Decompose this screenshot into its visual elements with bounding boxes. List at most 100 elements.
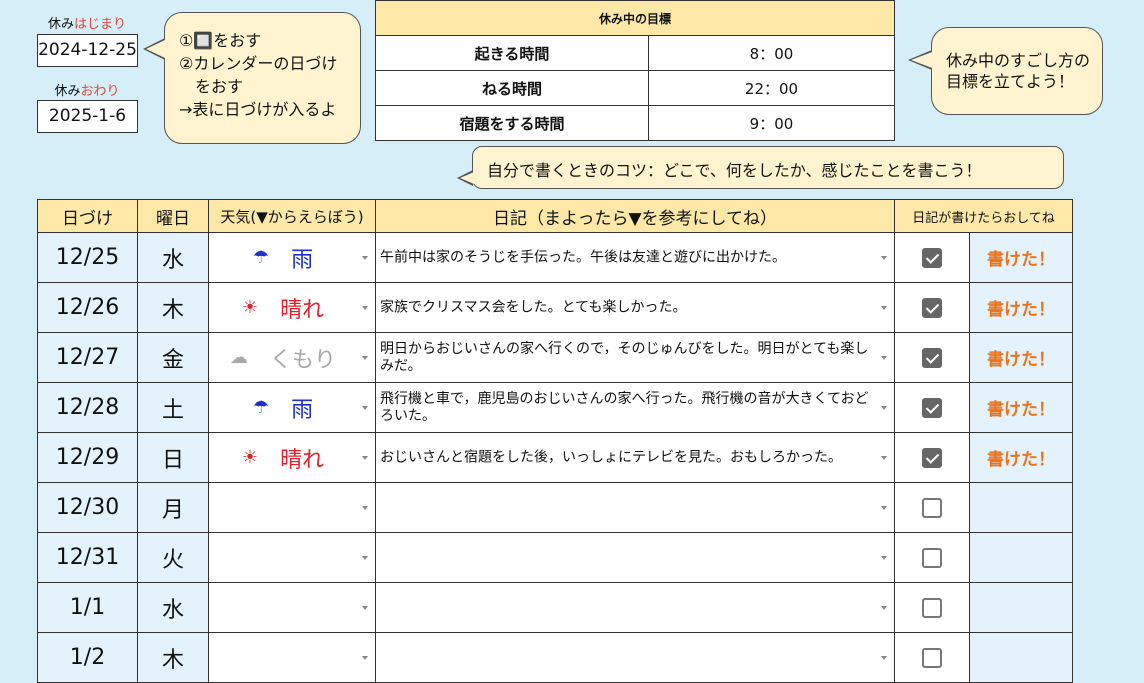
- table-row: 1/1 水: [37, 582, 1073, 633]
- done-checkbox[interactable]: [922, 497, 942, 518]
- weather-cell[interactable]: [208, 532, 376, 583]
- diary-cell[interactable]: 家族でクリスマス会をした。とても楽しかった。: [375, 282, 895, 333]
- weekday-cell: 水: [137, 582, 209, 633]
- diary-text: 家族でクリスマス会をした。とても楽しかった。: [380, 299, 687, 315]
- weather-value: 晴れ: [280, 297, 325, 323]
- end-date-field[interactable]: 2025-1-6: [37, 100, 138, 133]
- dropdown-arrow-icon[interactable]: [881, 455, 887, 460]
- weekday-cell: 土: [137, 382, 209, 433]
- date-cell: 12/27: [37, 332, 138, 383]
- done-cell: [969, 482, 1073, 533]
- goal-value[interactable]: 8：00: [648, 35, 895, 71]
- check-cell: [894, 432, 970, 483]
- weekday-cell: 木: [137, 282, 209, 333]
- goal-label: 起きる時間: [375, 35, 649, 71]
- dropdown-arrow-icon[interactable]: [362, 305, 368, 310]
- hint-bubble: ①🔲をおす ②カレンダーの日づけ をおす →表に日づけが入るよ: [164, 12, 361, 144]
- dropdown-arrow-icon[interactable]: [881, 505, 887, 510]
- table-row: 12/31 火: [37, 532, 1073, 583]
- dropdown-arrow-icon[interactable]: [362, 455, 368, 460]
- dropdown-arrow-icon[interactable]: [362, 405, 368, 410]
- diary-cell[interactable]: [375, 632, 895, 683]
- weekday-cell: 水: [137, 232, 209, 283]
- dropdown-arrow-icon[interactable]: [362, 555, 368, 560]
- weather-value: 雨: [291, 397, 314, 423]
- check-cell: [894, 382, 970, 433]
- weather-cell[interactable]: [208, 632, 376, 683]
- diary-cell[interactable]: [375, 482, 895, 533]
- check-cell: [894, 332, 970, 383]
- done-checkbox[interactable]: [922, 647, 942, 668]
- weather-cell[interactable]: ☀ 晴れ: [208, 282, 376, 333]
- dropdown-arrow-icon[interactable]: [881, 255, 887, 260]
- goal-value[interactable]: 9：00: [648, 105, 895, 141]
- dropdown-arrow-icon[interactable]: [881, 405, 887, 410]
- weekday-cell: 日: [137, 432, 209, 483]
- goal-value[interactable]: 22：00: [648, 70, 895, 106]
- dropdown-arrow-icon[interactable]: [362, 355, 368, 360]
- date-cell: 12/25: [37, 232, 138, 283]
- goal-label: 宿題をする時間: [375, 105, 649, 141]
- weather-value: 雨: [291, 247, 314, 273]
- done-cell: 書けた！: [969, 432, 1073, 483]
- dropdown-arrow-icon[interactable]: [881, 655, 887, 660]
- check-cell: [894, 232, 970, 283]
- dropdown-arrow-icon[interactable]: [362, 255, 368, 260]
- diary-cell[interactable]: [375, 532, 895, 583]
- weather-cell[interactable]: [208, 582, 376, 633]
- end-label: 休みおわり: [54, 84, 120, 99]
- done-checkbox[interactable]: [922, 547, 942, 568]
- table-row: 12/26 木 ☀ 晴れ 家族でクリスマス会をした。とても楽しかった。 書けた！: [37, 282, 1073, 333]
- dropdown-arrow-icon[interactable]: [881, 305, 887, 310]
- done-checkbox[interactable]: [922, 597, 942, 618]
- done-checkbox[interactable]: [922, 247, 942, 268]
- dropdown-arrow-icon[interactable]: [362, 505, 368, 510]
- date-cell: 12/29: [37, 432, 138, 483]
- done-cell: [969, 532, 1073, 583]
- done-cell: [969, 632, 1073, 683]
- diary-cell[interactable]: おじいさんと宿題をした後，いっしょにテレビを見た。おもしろかった。: [375, 432, 895, 483]
- weather-value: くもり: [269, 347, 336, 373]
- done-cell: 書けた！: [969, 232, 1073, 283]
- done-checkbox[interactable]: [922, 297, 942, 318]
- table-row: 1/2 木: [37, 632, 1073, 683]
- dropdown-arrow-icon[interactable]: [881, 355, 887, 360]
- weather-value: 晴れ: [280, 447, 325, 473]
- dropdown-arrow-icon[interactable]: [362, 605, 368, 610]
- done-checkbox[interactable]: [922, 347, 942, 368]
- done-cell: 書けた！: [969, 282, 1073, 333]
- date-cell: 12/31: [37, 532, 138, 583]
- done-checkbox[interactable]: [922, 397, 942, 418]
- table-row: 12/29 日 ☀ 晴れ おじいさんと宿題をした後，いっしょにテレビを見た。おもしろかっ…: [37, 432, 1073, 483]
- diary-cell[interactable]: 明日からおじいさんの家へ行くので，そのじゅんびをした。明日がとても楽しみだ。: [375, 332, 895, 383]
- weather-cell[interactable]: ☁ くもり: [208, 332, 376, 383]
- dropdown-arrow-icon[interactable]: [881, 555, 887, 560]
- check-cell: [894, 482, 970, 533]
- date-cell: 1/2: [37, 632, 138, 683]
- weekday-cell: 金: [137, 332, 209, 383]
- weather-cell[interactable]: ☂ 雨: [208, 382, 376, 433]
- done-checkbox[interactable]: [922, 447, 942, 468]
- dropdown-arrow-icon[interactable]: [362, 655, 368, 660]
- check-cell: [894, 532, 970, 583]
- weather-cell[interactable]: ☀ 晴れ: [208, 432, 376, 483]
- date-cell: 12/30: [37, 482, 138, 533]
- start-label: 休みはじまり: [47, 17, 127, 32]
- table-row: 12/25 水 ☂ 雨午前中は家のそうじを手伝った。午後は友達と遊びに出かけた。 書けた…: [37, 232, 1073, 283]
- header-date: 日づけ: [37, 199, 138, 233]
- weather-cell[interactable]: ☂ 雨: [208, 232, 376, 283]
- table-row: 12/28 土 ☂ 雨飛行機と車で，鹿児島のおじいさんの家へ行った。飛行機の音が大きく…: [37, 382, 1073, 433]
- header-weather: 天気(▼からえらぼう): [208, 199, 376, 233]
- check-cell: [894, 282, 970, 333]
- diary-cell[interactable]: [375, 582, 895, 633]
- date-cell: 1/1: [37, 582, 138, 633]
- dropdown-arrow-icon[interactable]: [881, 605, 887, 610]
- date-cell: 12/26: [37, 282, 138, 333]
- header-weekday: 曜日: [137, 199, 209, 233]
- diary-text: おじいさんと宿題をした後，いっしょにテレビを見た。おもしろかった。: [380, 449, 842, 465]
- goal-label: ねる時間: [375, 70, 649, 106]
- diary-cell[interactable]: 午前中は家のそうじを手伝った。午後は友達と遊びに出かけた。: [375, 232, 895, 283]
- diary-cell[interactable]: 飛行機と車で，鹿児島のおじいさんの家へ行った。飛行機の音が大きくておどろいた。: [375, 382, 895, 433]
- weather-cell[interactable]: [208, 482, 376, 533]
- start-date-field[interactable]: 2024-12-25: [37, 34, 138, 67]
